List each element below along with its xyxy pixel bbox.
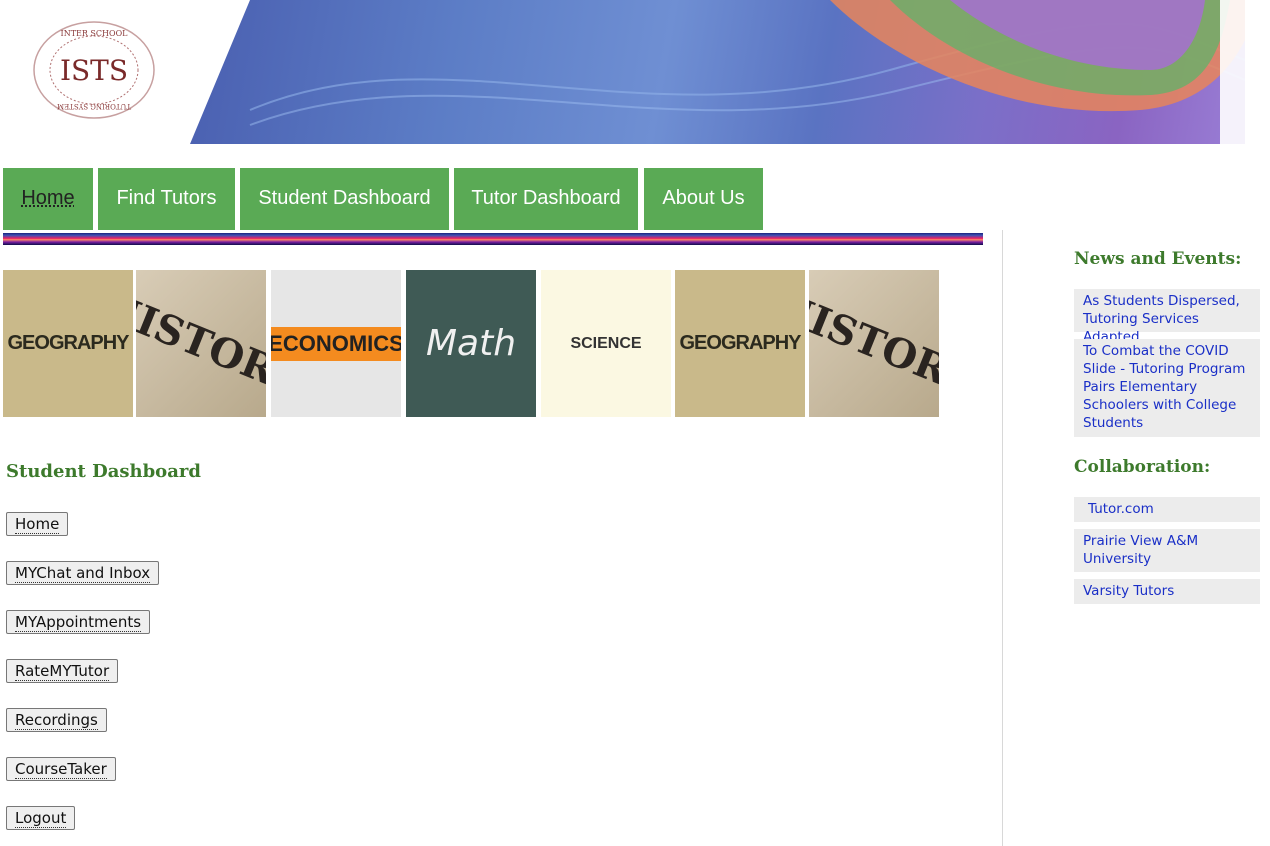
column-divider	[1002, 230, 1003, 846]
button-label: CourseTaker	[15, 760, 107, 779]
tile-math: Math	[406, 270, 536, 417]
button-label: MYChat and Inbox	[15, 564, 151, 583]
tile-history: HISTORY	[136, 270, 266, 417]
news-link[interactable]: As Students Dispersed, Tutoring Services…	[1074, 289, 1260, 345]
course-taker-button[interactable]: CourseTaker	[6, 757, 116, 781]
decorative-divider	[3, 233, 983, 245]
page-title: Student Dashboard	[6, 461, 201, 482]
nav-home[interactable]: Home	[3, 168, 93, 230]
rate-tutor-button[interactable]: RateMYTutor	[6, 659, 119, 683]
tile-geography: GEOGRAPHY	[3, 270, 133, 417]
news-events-heading: News and Events:	[1074, 249, 1242, 269]
collab-link-tutor-com[interactable]: Tutor.com	[1074, 497, 1260, 522]
tile-history-2: HISTORY	[809, 270, 939, 417]
collab-link-varsity-tutors[interactable]: Varsity Tutors	[1074, 579, 1260, 604]
chat-inbox-button[interactable]: MYChat and Inbox	[6, 561, 160, 585]
tile-label: Math	[425, 323, 517, 364]
appointments-button[interactable]: MYAppointments	[6, 610, 151, 634]
tile-label: ECONOMICS	[271, 326, 401, 361]
nav-about-us[interactable]: About Us	[644, 168, 763, 230]
tile-label: GEOGRAPHY	[679, 332, 801, 354]
button-label: Recordings	[15, 711, 98, 730]
nav-student-dashboard[interactable]: Student Dashboard	[240, 168, 449, 230]
tile-geography-2: GEOGRAPHY	[675, 270, 805, 417]
tile-label: HISTORY	[136, 282, 266, 405]
button-label: MYAppointments	[15, 613, 142, 632]
nav-find-tutors[interactable]: Find Tutors	[98, 168, 235, 230]
dashboard-home-button[interactable]: Home	[6, 512, 69, 536]
button-label: RateMYTutor	[15, 662, 110, 681]
site-logo: INTER SCHOOL TUTORING SYSTEM ISTS	[30, 18, 158, 122]
tile-label: GEOGRAPHY	[7, 332, 129, 354]
recordings-button[interactable]: Recordings	[6, 708, 107, 732]
news-link[interactable]: To Combat the COVID Slide - Tutoring Pro…	[1074, 339, 1260, 437]
header-banner	[190, 0, 1245, 144]
nav-home-label: Home	[21, 187, 75, 209]
logo-text-bottom: TUTORING SYSTEM	[57, 102, 131, 110]
nav-tutor-dashboard[interactable]: Tutor Dashboard	[454, 168, 638, 230]
tile-economics: ECONOMICS	[271, 270, 401, 417]
collaboration-heading: Collaboration:	[1074, 457, 1211, 477]
logo-text-top: INTER SCHOOL	[61, 29, 129, 38]
tile-science: SCIENCE	[541, 270, 671, 417]
logo-monogram: ISTS	[60, 54, 128, 87]
collab-link-prairie-view[interactable]: Prairie View A&M University	[1074, 529, 1260, 572]
button-label: Logout	[15, 809, 67, 828]
tile-label: SCIENCE	[570, 334, 642, 352]
button-label: Home	[15, 515, 60, 534]
logout-button[interactable]: Logout	[6, 806, 76, 830]
tile-label: HISTORY	[809, 282, 939, 405]
